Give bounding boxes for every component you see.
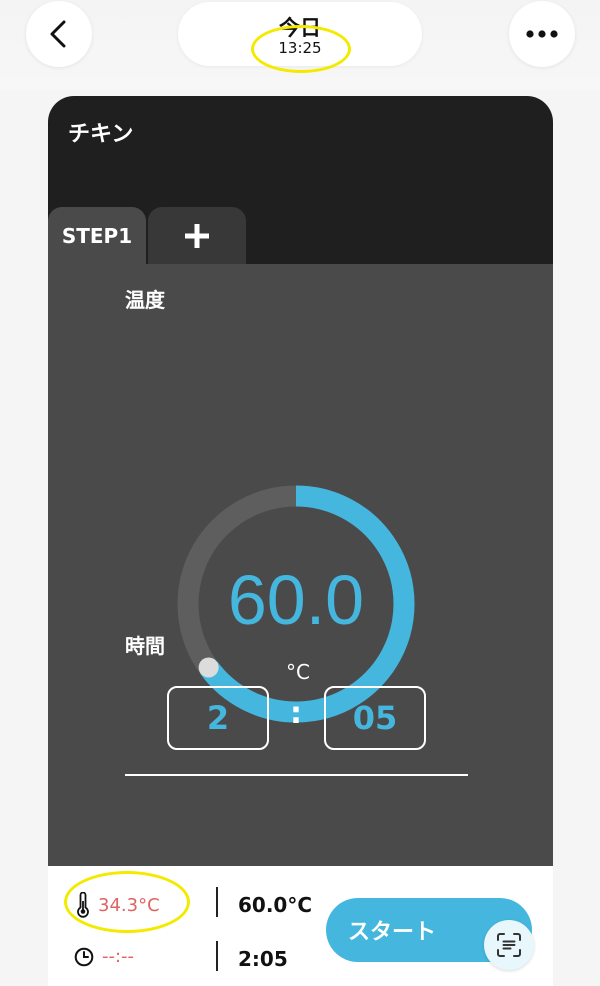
current-temp-value: 34.3°C bbox=[98, 894, 160, 916]
recipe-title: チキン bbox=[68, 122, 134, 147]
temperature-label: 温度 bbox=[125, 288, 165, 312]
section-divider bbox=[125, 774, 468, 776]
hours-field[interactable]: 2 bbox=[167, 686, 269, 750]
current-time-value: --:-- bbox=[102, 946, 135, 967]
top-bar: 今日 13:25 bbox=[0, 0, 600, 90]
gauge-handle[interactable] bbox=[198, 657, 219, 678]
title-pill: 今日 13:25 bbox=[178, 2, 422, 66]
status-separator-bottom bbox=[216, 941, 218, 971]
time-label: 時間 bbox=[125, 634, 165, 658]
status-separator-top bbox=[216, 887, 218, 917]
add-step-tab[interactable] bbox=[148, 207, 246, 265]
target-time: 2:05 bbox=[238, 947, 288, 971]
chevron-left-icon bbox=[50, 20, 66, 48]
temperature-value: 60.0 bbox=[227, 561, 365, 639]
tab-step1[interactable]: STEP1 bbox=[48, 207, 146, 265]
back-button[interactable] bbox=[26, 1, 92, 67]
more-button[interactable] bbox=[509, 1, 575, 67]
header-time: 13:25 bbox=[278, 39, 322, 57]
more-horizontal-icon bbox=[526, 30, 558, 38]
step-panel: 温度 60.0 °C 時間 2 : 05 bbox=[48, 264, 553, 866]
scan-text-icon bbox=[497, 933, 521, 957]
current-time-row: --:-- bbox=[74, 946, 134, 967]
current-temp-row: 34.3°C bbox=[76, 892, 160, 918]
time-separator: : bbox=[290, 696, 302, 731]
status-bar: 34.3°C 60.0°C --:-- 2:05 スタート bbox=[48, 866, 553, 986]
minutes-field[interactable]: 05 bbox=[324, 686, 426, 750]
target-temp: 60.0°C bbox=[238, 893, 313, 917]
plus-icon bbox=[185, 224, 209, 248]
scan-button[interactable] bbox=[484, 920, 534, 970]
page-title: 今日 bbox=[279, 16, 321, 40]
temperature-unit: °C bbox=[286, 660, 310, 684]
recipe-card: チキン STEP1 温度 60.0 °C 時間 2 : 05 bbox=[48, 96, 553, 986]
clock-icon bbox=[74, 947, 94, 966]
thermometer-icon bbox=[77, 892, 89, 918]
